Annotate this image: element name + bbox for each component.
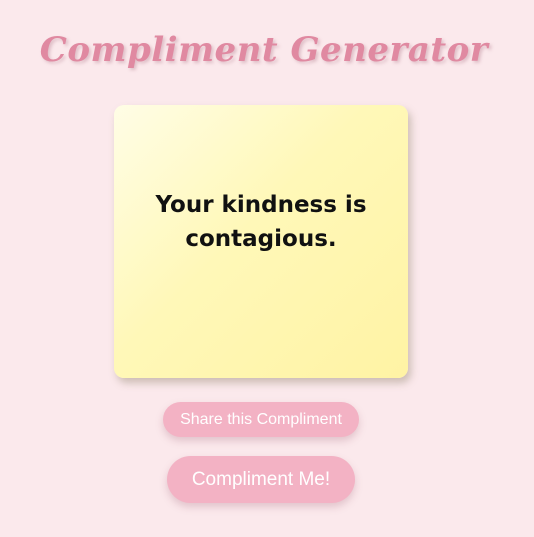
page-title: Compliment Generator	[39, 30, 489, 70]
compliment-me-button[interactable]: Compliment Me!	[167, 456, 355, 503]
compliment-card: Your kindness is contagious.	[114, 105, 408, 378]
compliment-text: Your kindness is contagious.	[155, 191, 367, 252]
share-compliment-button[interactable]: Share this Compliment	[163, 402, 359, 437]
